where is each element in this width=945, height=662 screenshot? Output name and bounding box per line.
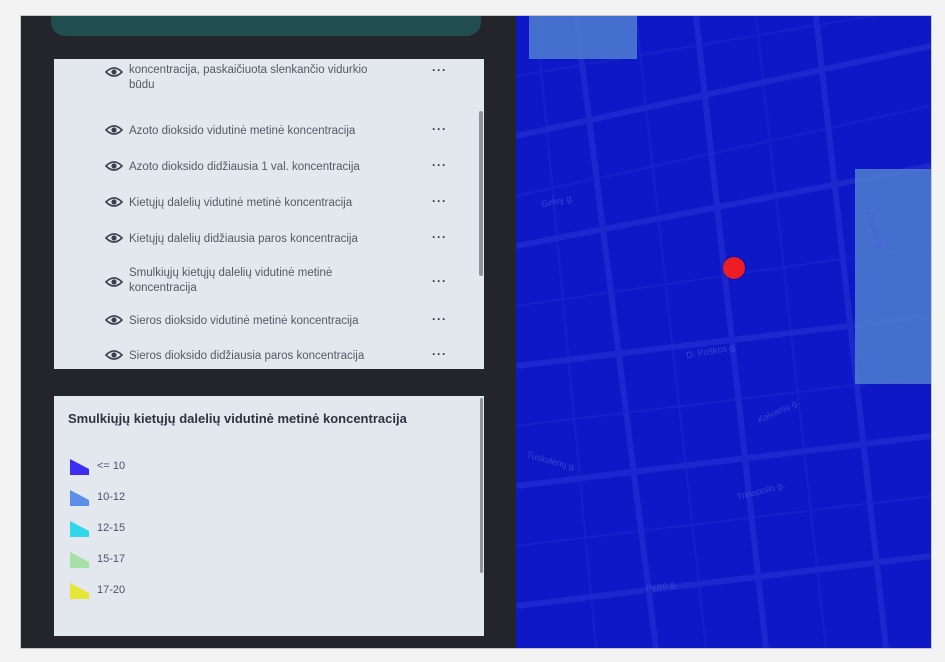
eye-icon[interactable] <box>105 314 123 326</box>
layer-label: Kietųjų dalelių didžiausia paros koncent… <box>129 233 358 245</box>
left-panel: koncentracija, paskaičiuota slenkančio v… <box>21 16 516 648</box>
layer-list-scrollbar[interactable] <box>479 111 483 276</box>
eye-icon[interactable] <box>105 124 123 136</box>
map-view[interactable]: Gelvy g. Olandų g. D. Poškos g. Kalvarij… <box>516 16 931 648</box>
layer-item[interactable]: Smulkiųjų kietųjų dalelių vidutinė metin… <box>54 266 484 298</box>
eye-icon[interactable] <box>105 160 123 172</box>
more-options-icon[interactable]: ··· <box>432 158 447 172</box>
more-options-icon[interactable]: ··· <box>432 63 447 77</box>
layer-label: Azoto dioksido didžiausia 1 val. koncent… <box>129 161 360 173</box>
legend-swatch <box>70 459 89 475</box>
layer-item[interactable]: Azoto dioksido vidutinė metinė koncentra… <box>54 122 484 140</box>
legend-scrollbar[interactable] <box>480 398 483 573</box>
more-options-icon[interactable]: ··· <box>432 194 447 208</box>
map-highlight-area <box>529 16 637 59</box>
app-frame: koncentracija, paskaičiuota slenkančio v… <box>20 15 932 649</box>
layer-label: Smulkiųjų kietųjų dalelių vidutinė metin… <box>129 267 333 294</box>
legend-swatch <box>70 552 89 568</box>
map-highlight-area <box>855 169 931 384</box>
legend-label: 10-12 <box>97 491 126 503</box>
eye-icon[interactable] <box>105 232 123 244</box>
more-options-icon[interactable]: ··· <box>432 312 447 326</box>
more-options-icon[interactable]: ··· <box>432 347 447 361</box>
eye-icon[interactable] <box>105 196 123 208</box>
legend-swatch <box>70 490 89 506</box>
legend-swatch <box>70 521 89 537</box>
legend-label: 15-17 <box>97 553 126 565</box>
eye-icon[interactable] <box>105 66 123 78</box>
layer-label: Kietųjų dalelių vidutinė metinė koncentr… <box>129 197 353 209</box>
more-options-icon[interactable]: ··· <box>432 274 447 288</box>
layer-item[interactable]: Kietųjų dalelių didžiausia paros koncent… <box>54 230 484 248</box>
layer-item[interactable]: Sieros dioksido vidutinė metinė koncentr… <box>54 312 484 330</box>
location-marker[interactable] <box>723 257 745 279</box>
layer-item[interactable]: Sieros dioksido didžiausia paros koncent… <box>54 347 484 365</box>
legend-label: 12-15 <box>97 522 126 534</box>
legend-label: <= 10 <box>97 460 126 472</box>
legend-panel: Smulkiųjų kietųjų dalelių vidutinė metin… <box>54 396 484 636</box>
legend-swatch <box>70 583 89 599</box>
panel-header-bar <box>51 16 481 36</box>
layer-label: Sieros dioksido didžiausia paros koncent… <box>129 350 365 362</box>
layer-item[interactable]: Kietųjų dalelių vidutinė metinė koncentr… <box>54 194 484 212</box>
layer-list: koncentracija, paskaičiuota slenkančio v… <box>54 59 484 369</box>
eye-icon[interactable] <box>105 276 123 288</box>
legend-title: Smulkiųjų kietųjų dalelių vidutinė metin… <box>68 411 407 426</box>
more-options-icon[interactable]: ··· <box>432 122 447 136</box>
layer-label: Sieros dioksido vidutinė metinė koncentr… <box>129 315 359 327</box>
layer-label: Azoto dioksido vidutinė metinė koncentra… <box>129 125 356 137</box>
more-options-icon[interactable]: ··· <box>432 230 447 244</box>
layer-item[interactable]: Azoto dioksido didžiausia 1 val. koncent… <box>54 158 484 176</box>
layer-label: koncentracija, paskaičiuota slenkančio v… <box>129 64 368 91</box>
layer-item[interactable]: koncentracija, paskaičiuota slenkančio v… <box>54 61 484 95</box>
legend-label: 17-20 <box>97 584 126 596</box>
eye-icon[interactable] <box>105 349 123 361</box>
